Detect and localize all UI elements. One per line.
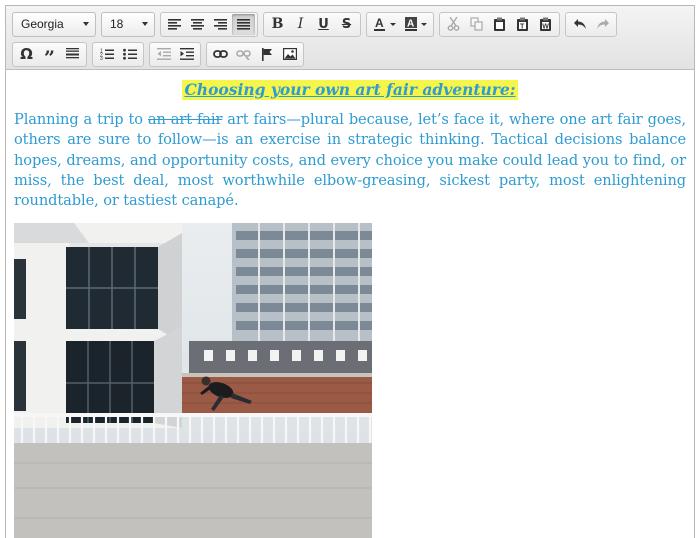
text-color-icon[interactable]: A <box>369 14 400 35</box>
body-paragraph: Planning a trip to an art fair art fairs… <box>14 110 686 211</box>
rich-text-editor: Georgia 18 B I U S A A T W Ω ” 1 2 3 Cho… <box>5 5 695 538</box>
editor-content[interactable]: Choosing your own art fair adventure: Pl… <box>6 70 694 538</box>
editor-toolbar: Georgia 18 B I U S A A T W Ω ” 1 2 3 <box>6 6 694 70</box>
color-group: A A <box>366 11 434 37</box>
history-group <box>565 11 617 37</box>
blockquote-icon[interactable]: ” <box>38 44 61 69</box>
toolbar-row-1: Georgia 18 B I U S A A T W <box>12 10 689 38</box>
embedded-photo[interactable] <box>14 223 372 538</box>
redo-icon[interactable] <box>591 14 614 35</box>
clipboard-group: T W <box>439 11 560 37</box>
list-group: 123 <box>92 41 144 67</box>
special-character-icon[interactable]: Ω <box>15 44 38 65</box>
strikethrough-icon[interactable]: S <box>335 14 358 35</box>
svg-text:A: A <box>375 17 384 30</box>
background-color-icon[interactable]: A <box>400 14 431 35</box>
unlink-icon[interactable] <box>232 44 255 65</box>
svg-text:W: W <box>542 23 549 30</box>
undo-icon[interactable] <box>568 14 591 35</box>
italic-icon[interactable]: I <box>289 14 312 35</box>
align-justify-icon[interactable] <box>232 13 255 35</box>
paste-text-icon[interactable]: T <box>511 14 534 35</box>
text-style-group: B I U S <box>263 11 361 37</box>
cut-icon[interactable] <box>442 14 465 35</box>
alignment-group <box>160 11 258 37</box>
image-icon[interactable] <box>278 44 301 65</box>
horizontal-rule-icon[interactable] <box>61 44 84 65</box>
chevron-down-icon <box>83 22 89 26</box>
toolbar-row-2: Ω ” 123 <box>12 40 689 69</box>
chevron-down-icon <box>142 22 148 26</box>
svg-text:3: 3 <box>100 56 103 60</box>
bold-icon[interactable]: B <box>266 14 289 35</box>
font-family-select[interactable]: Georgia <box>12 11 96 37</box>
numbered-list-icon[interactable]: 123 <box>95 44 118 65</box>
underline-icon[interactable]: U <box>312 14 335 35</box>
align-center-icon[interactable] <box>186 14 209 35</box>
indent-icon[interactable] <box>175 44 198 65</box>
bulleted-list-icon[interactable] <box>118 44 141 65</box>
align-right-icon[interactable] <box>209 14 232 35</box>
svg-text:T: T <box>520 23 525 30</box>
link-group <box>206 41 304 67</box>
paste-word-icon[interactable]: W <box>534 14 557 35</box>
insert-group: Ω ” <box>12 41 87 69</box>
document-heading: Choosing your own art fair adventure: <box>182 80 518 100</box>
link-icon[interactable] <box>209 44 232 65</box>
heading-line: Choosing your own art fair adventure: <box>14 80 686 100</box>
font-size-select[interactable]: 18 <box>101 11 155 37</box>
anchor-flag-icon[interactable] <box>255 44 278 65</box>
photo-art <box>14 223 372 538</box>
font-size-value: 18 <box>110 17 124 31</box>
outdent-icon[interactable] <box>152 44 175 65</box>
struck-text: an art fair <box>147 111 223 128</box>
svg-text:A: A <box>407 19 414 30</box>
align-left-icon[interactable] <box>163 14 186 35</box>
indent-group <box>149 41 201 67</box>
paste-icon[interactable] <box>488 14 511 35</box>
font-family-value: Georgia <box>21 17 64 31</box>
copy-icon[interactable] <box>465 14 488 35</box>
paragraph-lead: Planning a trip to <box>14 111 148 128</box>
